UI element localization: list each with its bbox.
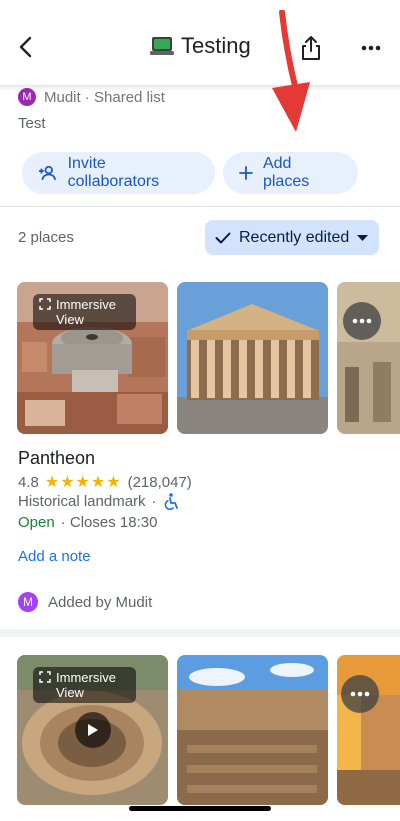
colosseum-interior-image bbox=[177, 655, 328, 805]
immersive-label: Immersive View bbox=[56, 670, 116, 700]
photos-more-button[interactable] bbox=[341, 675, 379, 713]
more-options-button[interactable] bbox=[356, 34, 386, 62]
hours-row: Open · Closes 18:30 bbox=[18, 514, 157, 531]
wheelchair-accessible-icon bbox=[164, 493, 178, 510]
home-indicator bbox=[129, 806, 271, 811]
chevron-left-icon bbox=[19, 36, 32, 58]
owner-text: Mudit · Shared list bbox=[44, 88, 165, 106]
pantheon-aerial-photo[interactable]: Immersive View bbox=[17, 282, 168, 434]
temple-facade-image bbox=[177, 282, 328, 434]
section-divider bbox=[0, 629, 400, 637]
closing-time: · Closes 18:30 bbox=[60, 514, 158, 531]
pantheon-interior-photo[interactable] bbox=[337, 282, 400, 434]
play-button[interactable] bbox=[75, 712, 111, 748]
immersive-view-badge: Immersive View bbox=[33, 294, 136, 330]
immersive-label: Immersive View bbox=[56, 297, 116, 327]
add-person-icon bbox=[38, 165, 57, 181]
add-note-link[interactable]: Add a note bbox=[18, 548, 91, 565]
list-owner: M Mudit · Shared list bbox=[18, 88, 165, 106]
photos-more-button[interactable] bbox=[343, 302, 381, 340]
invite-collaborators-button[interactable]: Invite collaborators bbox=[22, 152, 215, 194]
pantheon-facade-photo[interactable] bbox=[177, 282, 328, 434]
place-category: Historical landmark bbox=[18, 493, 146, 510]
invite-label: Invite collaborators bbox=[67, 155, 160, 190]
more-horizontal-icon bbox=[361, 45, 381, 51]
red-arrow-annotation bbox=[272, 10, 310, 132]
immersive-view-badge: Immersive View bbox=[33, 667, 136, 703]
rating-value: 4.8 bbox=[18, 473, 39, 491]
added-by-text: Added by Mudit bbox=[48, 593, 153, 611]
list-title: Testing bbox=[150, 33, 251, 59]
divider bbox=[0, 206, 400, 207]
back-button[interactable] bbox=[10, 32, 40, 62]
rating-row: 4.8 ★★★★★ (218,047) bbox=[18, 472, 192, 492]
separator-dot: · bbox=[151, 493, 157, 510]
expand-icon bbox=[39, 298, 51, 310]
owner-avatar: M bbox=[18, 88, 36, 106]
sort-label: Recently edited bbox=[239, 228, 350, 246]
colosseum-aerial-photo[interactable]: Immersive View bbox=[17, 655, 168, 805]
colosseum-interior-photo[interactable] bbox=[177, 655, 328, 805]
more-horizontal-icon bbox=[350, 691, 370, 697]
sort-dropdown[interactable]: Recently edited bbox=[205, 220, 379, 255]
laptop-emoji-icon bbox=[150, 37, 174, 55]
category-row: Historical landmark · bbox=[18, 493, 179, 510]
page-title: Testing bbox=[181, 33, 251, 58]
review-count: (218,047) bbox=[127, 473, 192, 491]
places-count: 2 places bbox=[18, 229, 74, 246]
play-icon bbox=[88, 724, 98, 736]
plus-icon bbox=[239, 166, 253, 180]
open-status: Open bbox=[18, 514, 55, 531]
more-horizontal-icon bbox=[352, 318, 372, 324]
check-icon bbox=[215, 232, 231, 243]
caret-down-icon bbox=[357, 234, 369, 241]
add-places-label: Add places bbox=[262, 155, 310, 190]
expand-icon bbox=[39, 671, 51, 683]
add-places-button[interactable]: Add places bbox=[223, 152, 358, 194]
top-bar: Testing bbox=[0, 0, 400, 92]
place-name[interactable]: Pantheon bbox=[18, 448, 95, 469]
list-description: Test bbox=[18, 115, 46, 132]
adder-avatar: M bbox=[18, 592, 38, 612]
colosseum-exterior-photo[interactable] bbox=[337, 655, 400, 805]
added-by-row: M Added by Mudit bbox=[18, 592, 152, 612]
star-rating: ★★★★★ bbox=[44, 474, 122, 491]
